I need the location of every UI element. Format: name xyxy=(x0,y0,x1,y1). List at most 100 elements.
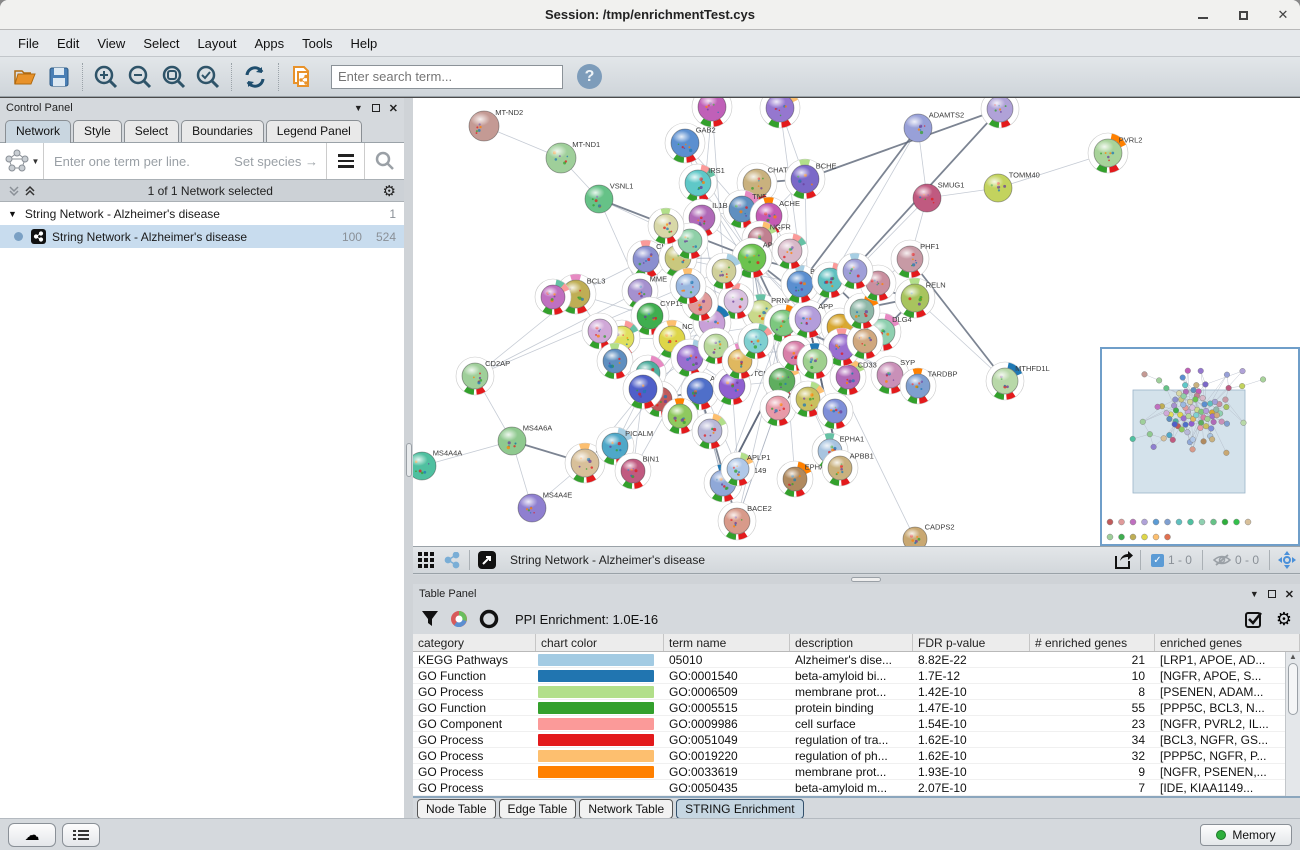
node[interactable] xyxy=(772,233,808,269)
tab-string-enrichment[interactable]: STRING Enrichment xyxy=(676,799,803,819)
splitter-grip[interactable] xyxy=(851,577,881,582)
node[interactable] xyxy=(760,98,800,128)
memory-button[interactable]: Memory xyxy=(1200,824,1292,846)
table-scrollbar[interactable]: ▲ xyxy=(1285,652,1300,796)
scrollbar-thumb[interactable] xyxy=(1288,663,1298,715)
node[interactable] xyxy=(597,343,633,379)
node[interactable] xyxy=(837,253,873,289)
hidden-nodes-badge[interactable]: 0 - 0 xyxy=(1207,553,1265,567)
refresh-icon[interactable] xyxy=(238,61,272,93)
node-tardbp[interactable]: TARDBP xyxy=(900,368,957,404)
zoom-out-icon[interactable] xyxy=(123,61,157,93)
column-header[interactable]: chart color xyxy=(536,634,664,651)
string-search-icon[interactable] xyxy=(364,143,404,179)
node-bace2[interactable]: BACE2 xyxy=(718,502,772,540)
export-network-icon[interactable] xyxy=(1110,549,1136,571)
panel-float-icon[interactable] xyxy=(372,104,380,112)
node[interactable] xyxy=(706,253,742,289)
network-nodes[interactable]: MT-ND2MT-ND1VSNL1GAB2ADAMTS2PVRL2TOMM40S… xyxy=(413,98,1142,546)
task-history-button[interactable]: ☁ xyxy=(8,823,56,847)
network-options-gear-icon[interactable]: ⚙ xyxy=(383,182,396,200)
menu-layout[interactable]: Layout xyxy=(189,33,244,54)
node-adamts2[interactable]: ADAMTS2 xyxy=(904,110,964,142)
node-epha5[interactable]: EPHA5 xyxy=(777,461,829,497)
node-mt-nd1[interactable]: MT-ND1 xyxy=(546,140,600,173)
node-tomm40[interactable]: TOMM40 xyxy=(984,170,1040,202)
panel-close-icon[interactable]: ✕ xyxy=(1285,588,1294,601)
node-apbb1[interactable]: APBB1 xyxy=(822,450,874,486)
splitter-grip[interactable] xyxy=(406,443,412,477)
table-row[interactable]: GO ProcessGO:0051049regulation of tra...… xyxy=(413,732,1300,748)
table-header-row[interactable]: categorychart colorterm namedescriptionF… xyxy=(413,634,1300,652)
search-options-icon[interactable] xyxy=(326,143,364,179)
string-network-icon[interactable] xyxy=(439,549,465,571)
table-row[interactable]: GO ProcessGO:0050435beta-amyloid m...2.0… xyxy=(413,780,1300,796)
zoom-selected-icon[interactable] xyxy=(191,61,225,93)
node[interactable] xyxy=(623,369,663,409)
tab-select[interactable]: Select xyxy=(124,120,179,142)
column-header[interactable]: # enriched genes xyxy=(1030,634,1155,651)
menu-tools[interactable]: Tools xyxy=(294,33,340,54)
menu-edit[interactable]: Edit xyxy=(49,33,87,54)
node[interactable] xyxy=(648,208,684,244)
table-row[interactable]: GO ComponentGO:0009986cell surface1.54E-… xyxy=(413,716,1300,732)
collapse-expand-icons[interactable] xyxy=(8,185,38,197)
node[interactable] xyxy=(692,98,732,127)
node[interactable] xyxy=(817,393,853,429)
string-protein-query-icon[interactable]: ▼ xyxy=(0,143,44,179)
menu-view[interactable]: View xyxy=(89,33,133,54)
maximize-button[interactable] xyxy=(1236,8,1250,22)
close-button[interactable]: ✕ xyxy=(1276,8,1290,22)
birds-eye-view[interactable] xyxy=(1101,348,1299,545)
node[interactable] xyxy=(738,323,774,359)
node-vsnl1[interactable]: VSNL1 xyxy=(585,181,633,213)
node-mt-nd2[interactable]: MT-ND2 xyxy=(469,108,523,141)
table-row[interactable]: GO ProcessGO:0019220regulation of ph...1… xyxy=(413,748,1300,764)
tab-network[interactable]: Network xyxy=(5,120,71,143)
tab-legend-panel[interactable]: Legend Panel xyxy=(266,120,362,142)
tab-edge-table[interactable]: Edge Table xyxy=(499,799,577,819)
menu-select[interactable]: Select xyxy=(135,33,187,54)
panel-close-icon[interactable]: ✕ xyxy=(389,102,398,115)
filter-icon[interactable] xyxy=(421,610,439,628)
zoom-fit-icon[interactable] xyxy=(157,61,191,93)
table-row[interactable]: KEGG Pathways05010Alzheimer's dise...8.8… xyxy=(413,652,1300,668)
column-header[interactable]: term name xyxy=(664,634,790,651)
ring-chart-icon[interactable] xyxy=(479,609,499,629)
menu-apps[interactable]: Apps xyxy=(247,33,293,54)
vertical-splitter[interactable] xyxy=(404,98,413,819)
enrichment-table[interactable]: KEGG Pathways05010Alzheimer's dise...8.8… xyxy=(413,652,1300,796)
panel-menu-icon[interactable]: ▼ xyxy=(1250,589,1259,599)
column-header[interactable]: enriched genes xyxy=(1155,634,1300,651)
node-phf1[interactable]: PHF1 xyxy=(891,240,939,278)
tab-boundaries[interactable]: Boundaries xyxy=(181,120,264,142)
selected-nodes-badge[interactable]: ✓ 1 - 0 xyxy=(1145,553,1198,567)
pie-chart-icon[interactable] xyxy=(449,609,469,629)
network-collection-row[interactable]: ▼ String Network - Alzheimer's disease 1 xyxy=(0,202,404,225)
tab-node-table[interactable]: Node Table xyxy=(417,799,496,819)
node-ms4a4a[interactable]: MS4A4A xyxy=(413,448,462,480)
node-mthfd1l[interactable]: MTHFD1L xyxy=(986,362,1050,400)
node-cadps2[interactable]: CADPS2 xyxy=(903,522,955,546)
table-row[interactable]: GO ProcessGO:0006509membrane prot...1.42… xyxy=(413,684,1300,700)
menu-help[interactable]: Help xyxy=(343,33,386,54)
select-all-checkbox-icon[interactable] xyxy=(1245,610,1264,629)
set-species-link[interactable]: Set species → xyxy=(234,154,318,169)
table-row[interactable]: GO ProcessGO:0033619membrane prot...1.93… xyxy=(413,764,1300,780)
node-bche[interactable]: BCHE xyxy=(785,159,837,199)
node-gab2[interactable]: GAB2 xyxy=(665,123,716,163)
node-smug1[interactable]: SMUG1 xyxy=(913,180,964,212)
title-bar[interactable]: Session: /tmp/enrichmentTest.cys ✕ xyxy=(0,0,1300,30)
task-list-button[interactable] xyxy=(62,823,100,847)
node-reln[interactable]: RELN xyxy=(895,278,946,318)
menu-file[interactable]: File xyxy=(10,33,47,54)
search-input[interactable] xyxy=(331,65,563,89)
column-header[interactable]: description xyxy=(790,634,913,651)
collapse-arrow-icon[interactable]: ▼ xyxy=(8,209,17,219)
minimize-button[interactable] xyxy=(1196,8,1210,22)
table-settings-gear-icon[interactable]: ⚙ xyxy=(1276,609,1292,630)
grid-view-icon[interactable] xyxy=(413,549,439,571)
node[interactable] xyxy=(797,343,833,379)
table-row[interactable]: GO FunctionGO:0001540beta-amyloid bi...1… xyxy=(413,668,1300,684)
help-icon[interactable]: ? xyxy=(577,64,602,89)
